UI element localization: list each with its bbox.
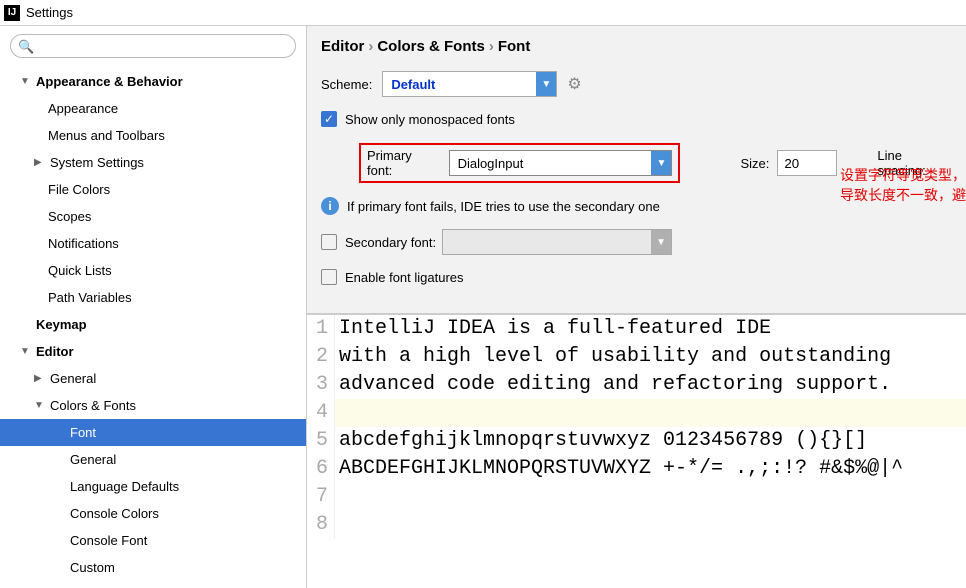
info-text: If primary font fails, IDE tries to use … — [347, 199, 660, 214]
tree-console-colors[interactable]: Console Colors — [0, 500, 306, 527]
primary-font-highlight: Primary font: DialogInput ▼ — [359, 143, 680, 183]
line-number: 2 — [307, 343, 335, 371]
tree-editor[interactable]: ▼ Editor — [0, 338, 306, 365]
primary-font-label: Primary font: — [367, 148, 439, 178]
line-number: 4 — [307, 399, 335, 427]
search-icon: 🔍 — [18, 39, 34, 55]
font-preview: 1IntelliJ IDEA is a full-featured IDE 2w… — [307, 314, 966, 588]
secondary-font-label: Secondary font: — [345, 235, 436, 250]
primary-font-value: DialogInput — [458, 156, 524, 171]
tree-system-settings[interactable]: ▶ System Settings — [0, 149, 306, 176]
tree-editor-general[interactable]: ▶ General — [0, 365, 306, 392]
tree-label: Editor — [36, 344, 74, 359]
tree-notifications[interactable]: Notifications — [0, 230, 306, 257]
line-number: 5 — [307, 427, 335, 455]
tree-label: Appearance — [48, 101, 118, 116]
primary-font-select[interactable]: DialogInput ▼ — [449, 150, 673, 176]
size-label: Size: — [740, 156, 769, 171]
tree-label: Font — [70, 425, 96, 440]
secondary-font-select[interactable]: ▼ — [442, 229, 672, 255]
preview-line — [335, 399, 339, 427]
line-number: 6 — [307, 455, 335, 483]
ligatures-checkbox[interactable] — [321, 269, 337, 285]
tree-label: Console Font — [70, 533, 147, 548]
app-icon: IJ — [4, 5, 20, 21]
tree-label: General — [70, 452, 116, 467]
preview-line: ABCDEFGHIJKLMNOPQRSTUVWXYZ +-*/= .,;:!? … — [335, 455, 903, 483]
settings-sidebar: 🔍 ▼ Appearance & Behavior Appearance Menu… — [0, 26, 307, 588]
tree-console-font[interactable]: Console Font — [0, 527, 306, 554]
tree-label: Keymap — [36, 317, 87, 332]
preview-line — [335, 483, 339, 511]
preview-line: with a high level of usability and outst… — [335, 343, 891, 371]
tree-label: Menus and Toolbars — [48, 128, 165, 143]
settings-tree: ▼ Appearance & Behavior Appearance Menus … — [0, 64, 306, 585]
scheme-select[interactable]: Default ▼ — [382, 71, 557, 97]
chevron-down-icon: ▼ — [34, 400, 46, 411]
tree-label: Quick Lists — [48, 263, 112, 278]
annotation-text: 设置字符等宽类型，因为在开发中，一些字符往往会出现中英空格，导致长度不一致，避免… — [840, 166, 966, 205]
preview-line: abcdefghijklmnopqrstuvwxyz 0123456789 ()… — [335, 427, 867, 455]
breadcrumb-part: Editor — [321, 38, 364, 55]
line-number: 1 — [307, 315, 335, 343]
ligatures-label: Enable font ligatures — [345, 270, 464, 285]
tree-label: Scopes — [48, 209, 91, 224]
chevron-right-icon: ▶ — [34, 373, 46, 384]
show-monospaced-checkbox[interactable]: ✓ — [321, 111, 337, 127]
tree-language-defaults[interactable]: Language Defaults — [0, 473, 306, 500]
line-number: 8 — [307, 511, 335, 539]
tree-label: Colors & Fonts — [50, 398, 136, 413]
chevron-down-icon: ▼ — [536, 72, 556, 96]
scheme-value: Default — [391, 77, 435, 92]
chevron-right-icon: › — [489, 38, 494, 55]
info-icon: i — [321, 197, 339, 215]
tree-colors-fonts[interactable]: ▼ Colors & Fonts — [0, 392, 306, 419]
tree-label: Console Colors — [70, 506, 159, 521]
tree-custom[interactable]: Custom — [0, 554, 306, 581]
size-input[interactable] — [777, 150, 837, 176]
line-number: 7 — [307, 483, 335, 511]
search-input[interactable] — [10, 34, 296, 58]
preview-line — [335, 511, 339, 539]
tree-path-variables[interactable]: Path Variables — [0, 284, 306, 311]
tree-label: Notifications — [48, 236, 119, 251]
show-monospaced-label: Show only monospaced fonts — [345, 112, 515, 127]
tree-file-colors[interactable]: File Colors — [0, 176, 306, 203]
breadcrumb-part: Font — [498, 38, 530, 55]
tree-cf-general[interactable]: General — [0, 446, 306, 473]
tree-label: File Colors — [48, 182, 110, 197]
tree-label: Appearance & Behavior — [36, 74, 183, 89]
breadcrumb-part: Colors & Fonts — [377, 38, 485, 55]
tree-label: Language Defaults — [70, 479, 179, 494]
tree-label: General — [50, 371, 96, 386]
tree-appearance[interactable]: Appearance — [0, 95, 306, 122]
window-title: Settings — [26, 5, 73, 20]
tree-keymap[interactable]: Keymap — [0, 311, 306, 338]
chevron-down-icon: ▼ — [651, 151, 671, 175]
titlebar: IJ Settings — [0, 0, 966, 26]
chevron-down-icon: ▼ — [651, 230, 671, 254]
preview-line: advanced code editing and refactoring su… — [335, 371, 891, 399]
chevron-right-icon: › — [368, 38, 373, 55]
tree-menus-toolbars[interactable]: Menus and Toolbars — [0, 122, 306, 149]
scheme-label: Scheme: — [321, 77, 372, 92]
tree-label: Path Variables — [48, 290, 132, 305]
secondary-font-checkbox[interactable] — [321, 234, 337, 250]
tree-font[interactable]: Font — [0, 419, 306, 446]
chevron-right-icon: ▶ — [34, 157, 46, 168]
breadcrumb: Editor›Colors & Fonts›Font — [307, 26, 966, 65]
chevron-down-icon: ▼ — [20, 346, 32, 357]
tree-quick-lists[interactable]: Quick Lists — [0, 257, 306, 284]
line-number: 3 — [307, 371, 335, 399]
tree-scopes[interactable]: Scopes — [0, 203, 306, 230]
preview-line: IntelliJ IDEA is a full-featured IDE — [335, 315, 771, 343]
tree-label: System Settings — [50, 155, 144, 170]
chevron-down-icon: ▼ — [20, 76, 32, 87]
content-panel: Editor›Colors & Fonts›Font Scheme: Defau… — [307, 26, 966, 588]
tree-label: Custom — [70, 560, 115, 575]
gear-icon[interactable]: ⚙ — [567, 74, 581, 94]
tree-appearance-behavior[interactable]: ▼ Appearance & Behavior — [0, 68, 306, 95]
